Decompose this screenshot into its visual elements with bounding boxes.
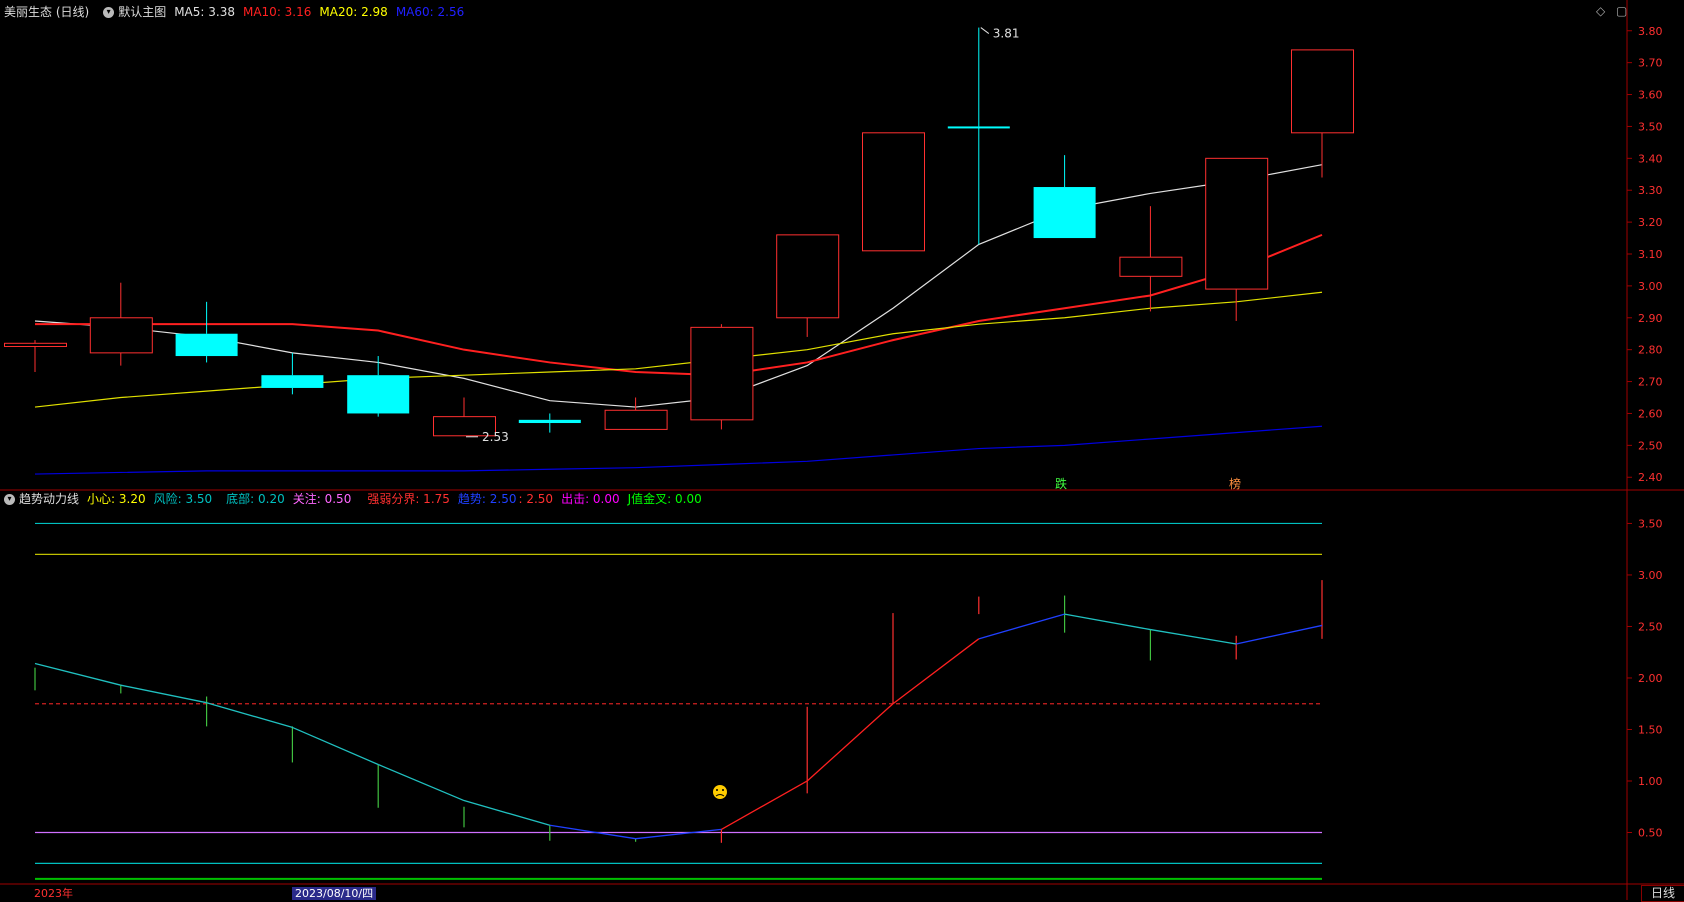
low-price-label: 2.53 — [482, 430, 509, 444]
chevron-down-icon[interactable]: ▾ — [4, 493, 15, 505]
cursor-date-label: 2023/08/10/四 — [292, 887, 377, 900]
face-icon — [713, 785, 727, 799]
start-date-label: 2023年 — [34, 887, 73, 900]
marker-die: 跌 — [1055, 476, 1067, 491]
candle-body — [947, 126, 1010, 129]
indicator-tick-label: 2.50 — [1638, 620, 1663, 633]
sub-item-guanzhu: 关注: 0.50 — [292, 492, 352, 506]
diamond-icon[interactable]: ◇ — [1596, 4, 1605, 18]
price-tick-label: 3.20 — [1638, 216, 1663, 229]
main-header: 美丽生态 (日线) ▾ 默认主图 MA5: 3.38 MA10: 3.16 MA… — [0, 3, 472, 21]
sub-item-qushi: 趋势: 2.50 — [457, 492, 517, 506]
candle — [690, 324, 754, 430]
price-tick-label: 3.00 — [1638, 280, 1663, 293]
template-name[interactable]: 默认主图 — [118, 3, 166, 21]
candle-body — [347, 375, 410, 414]
period-button[interactable]: 日线 — [1641, 885, 1684, 902]
high-price-label: 3.81 — [993, 27, 1020, 41]
ma10-label: MA10: 3.16 — [242, 5, 312, 19]
background — [0, 0, 1684, 900]
restore-icon[interactable]: ▢ — [1616, 4, 1627, 18]
price-tick-label: 3.80 — [1638, 25, 1663, 38]
price-tick-label: 2.50 — [1638, 439, 1663, 452]
candle-body — [89, 317, 153, 354]
candle-body — [1291, 49, 1354, 134]
sub-item-fengxian: 风险: 3.50 — [153, 492, 213, 506]
price-tick-label: 2.70 — [1638, 376, 1663, 389]
price-tick-label: 3.60 — [1638, 89, 1663, 102]
candle-body — [261, 375, 324, 388]
price-tick-label: 3.30 — [1638, 184, 1663, 197]
candle-body — [175, 333, 238, 357]
candle-body — [1119, 256, 1183, 277]
price-tick-label: 2.90 — [1638, 312, 1663, 325]
stock-title: 美丽生态 (日线) — [4, 5, 90, 19]
indicator-tick-label: 1.00 — [1638, 775, 1663, 788]
ma20-label: MA20: 2.98 — [319, 5, 388, 19]
sub-item-qushi-red: : 2.50 — [518, 492, 554, 506]
candle-body — [862, 132, 925, 252]
price-tick-label: 3.70 — [1638, 57, 1663, 70]
sub-item-xiaoxin: 小心: 3.20 — [87, 492, 146, 506]
price-tick-label: 3.50 — [1638, 120, 1663, 133]
candle-body — [518, 419, 581, 424]
indicator-tick-label: 1.50 — [1638, 723, 1663, 736]
sub-item-chuji: 出击: 0.00 — [561, 492, 620, 506]
indicator-tick-label: 3.50 — [1638, 517, 1663, 530]
price-tick-label: 2.40 — [1638, 471, 1663, 484]
kline-chart[interactable]: 2.40 2.50 2.60 2.70 2.80 2.90 3.00 3.10 3.20 3.30… — [0, 0, 1684, 900]
price-tick-label: 2.80 — [1638, 344, 1663, 357]
candle-body — [1205, 157, 1269, 290]
ma5-label: MA5: 3.38 — [174, 5, 235, 19]
price-axis: 2.40 2.50 2.60 2.70 2.80 2.90 3.00 3.10 3.20 3.30… — [0, 0, 1684, 900]
marker-bang: 榜 — [1229, 476, 1241, 491]
indicator-tick-label: 2.00 — [1638, 672, 1663, 685]
chevron-down-icon[interactable]: ▾ — [103, 6, 115, 18]
sub-header: ▾ 趋势动力线 小心: 3.20 风险: 3.50 底部: 0.20 关注: 0… — [0, 490, 710, 508]
sub-item-qiangruo: 强弱分界: 1.75 — [367, 492, 450, 506]
price-tick-label: 3.40 — [1638, 152, 1663, 165]
candle-body — [604, 409, 668, 430]
sub-item-dibu: 底部: 0.20 — [226, 492, 285, 506]
candle-body — [776, 234, 840, 319]
indicator-tick-label: 3.00 — [1638, 569, 1663, 582]
candle — [862, 132, 925, 252]
price-tick-label: 2.60 — [1638, 407, 1663, 420]
indicator-tick-label: 0.50 — [1638, 826, 1663, 839]
candle-body — [690, 326, 754, 421]
ma60-label: MA60: 2.56 — [395, 5, 465, 19]
candle-body — [4, 342, 67, 347]
indicator-title: 趋势动力线 — [19, 492, 80, 506]
sub-item-jzhi: J值金叉: 0.00 — [627, 492, 702, 506]
candle-body — [1033, 187, 1096, 239]
price-tick-label: 3.10 — [1638, 248, 1663, 261]
